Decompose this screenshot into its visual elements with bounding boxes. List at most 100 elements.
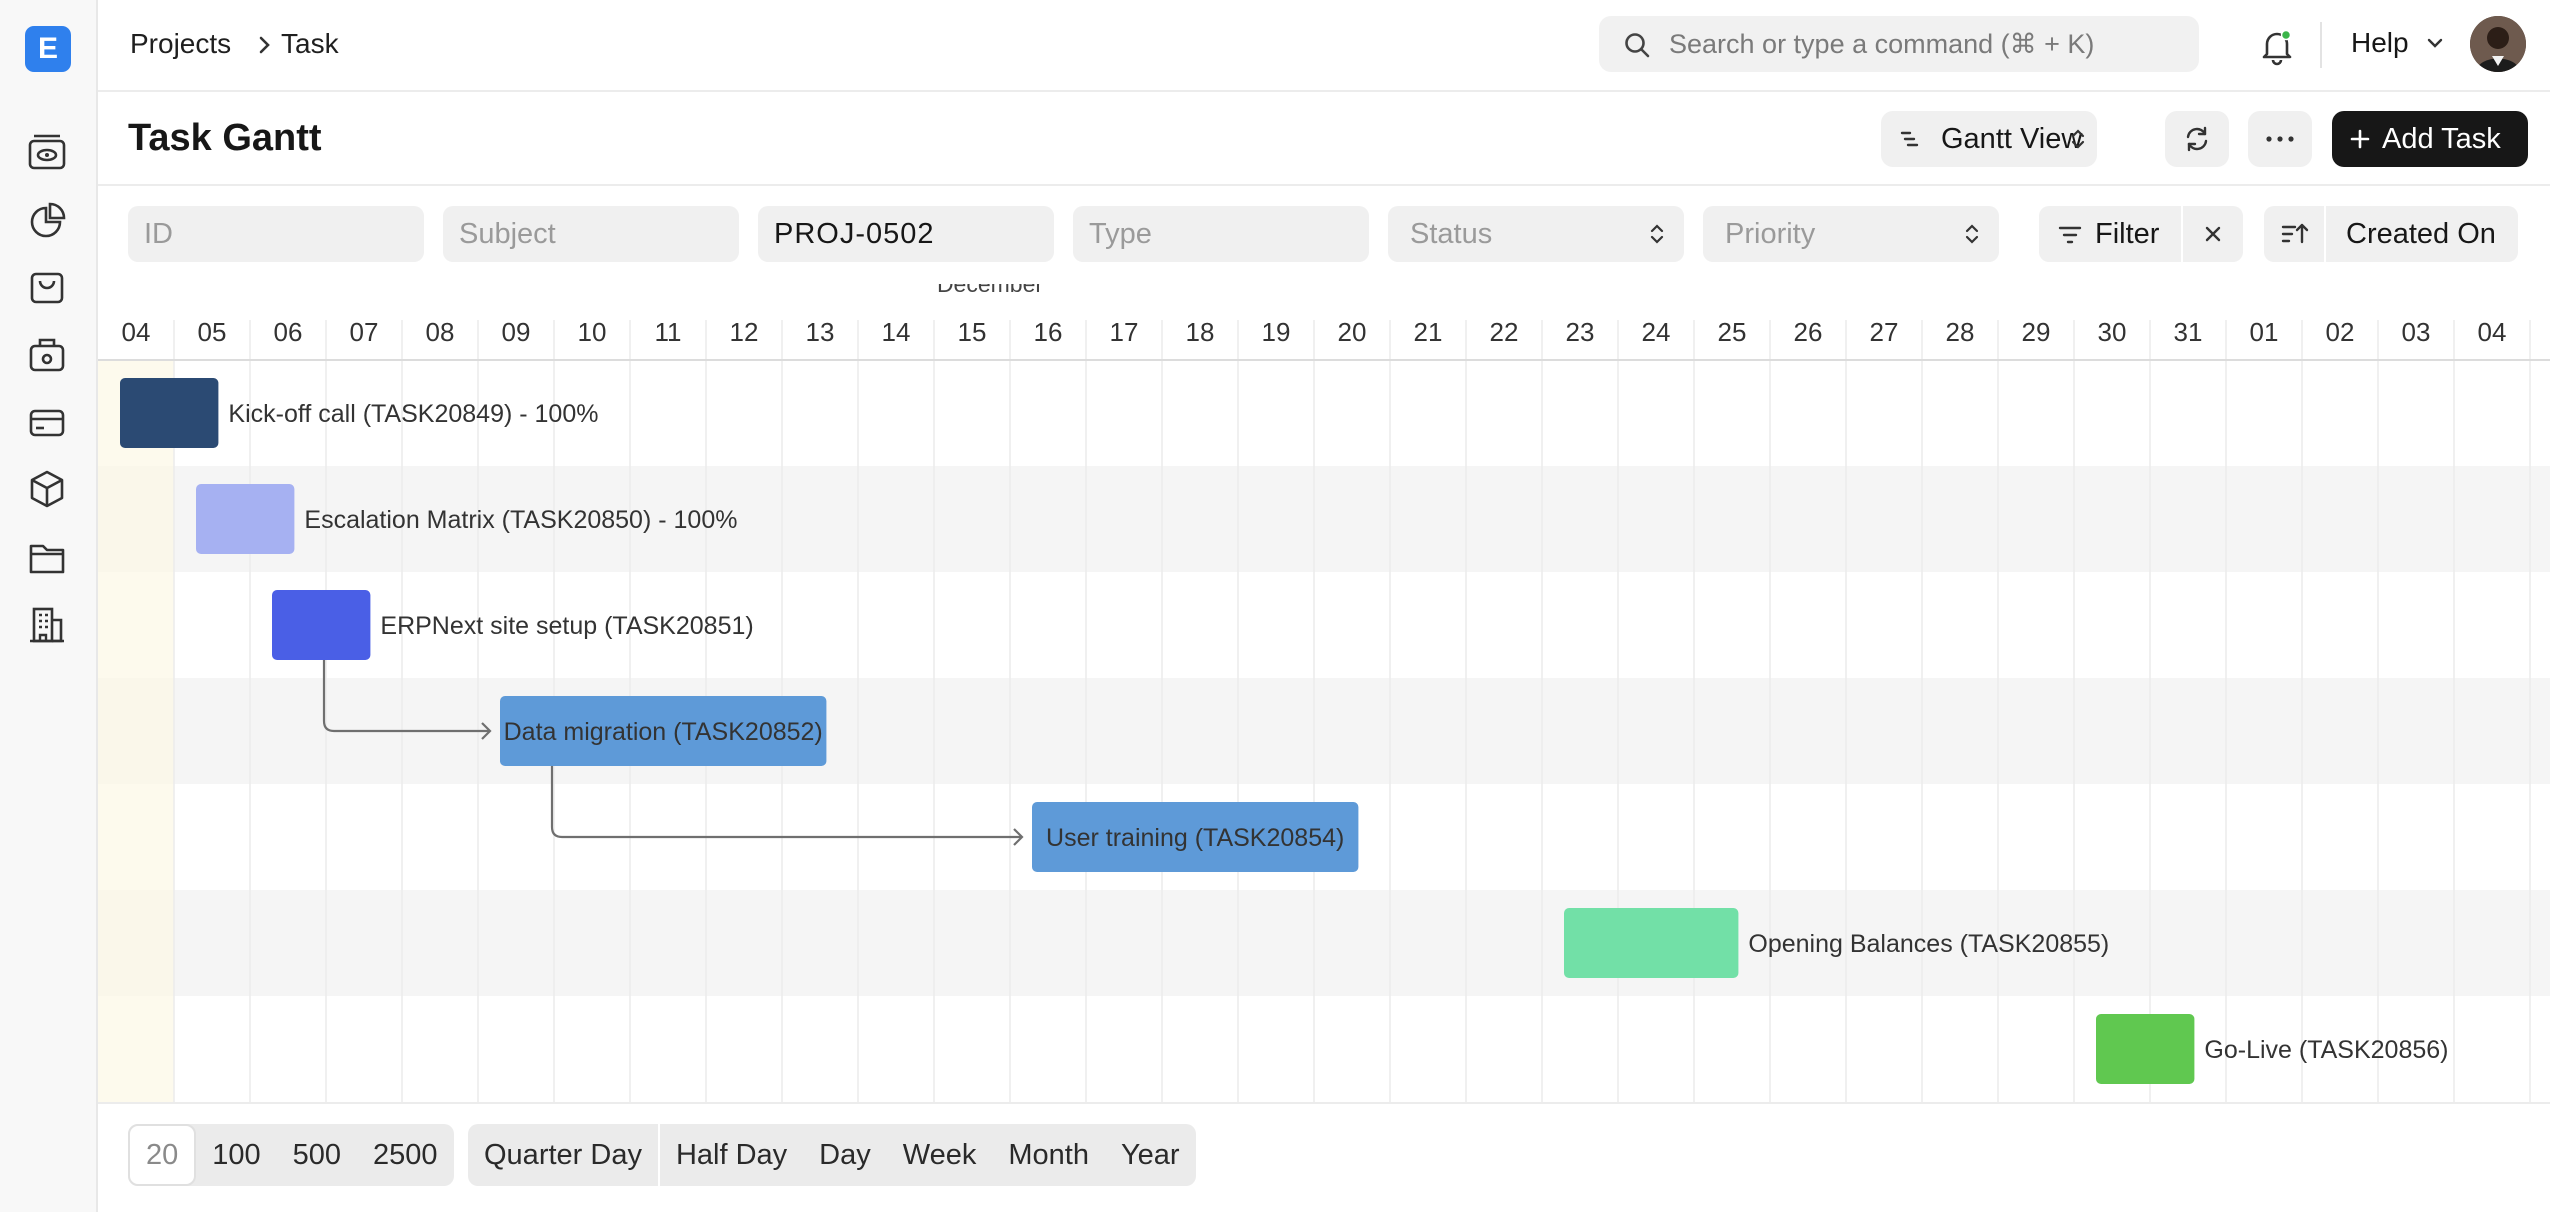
page-size-option[interactable]: 2500 [357,1124,454,1186]
sort-field-button[interactable]: Created On [2326,206,2518,262]
plus-icon [2350,129,2370,149]
gantt-bar-label: Go-Live (TASK20856) [2204,1036,2448,1064]
date-label: 31 [2174,317,2203,347]
pie-chart-icon[interactable] [26,200,68,242]
id-filter[interactable]: ID [128,206,424,262]
gantt-chart: December 04 05 06 07 08 09 10 11 12 13 14 15 16 17 18 19… [98,284,2550,1102]
date-label: 15 [958,317,987,347]
project-filter[interactable]: PROJ-0502 [758,206,1054,262]
gantt-bar-label: Opening Balances (TASK20855) [1748,930,2109,958]
more-horizontal-icon [2266,136,2294,142]
view-mode-option[interactable]: Day [803,1124,887,1186]
gantt-bar-label: User training (TASK20854) [1046,824,1344,852]
reload-button[interactable] [2165,111,2229,167]
updown-chevron-icon [1965,224,1979,244]
store-icon[interactable] [26,334,68,376]
status-filter[interactable]: Status [1388,206,1684,262]
gantt-bar-label: ERPNext site setup (TASK20851) [380,612,753,640]
date-label: 20 [1338,317,1367,347]
view-mode-option[interactable]: Year [1105,1124,1196,1186]
updown-chevron-icon [2071,129,2085,149]
gantt-row [98,890,2550,996]
app-logo[interactable]: E [25,26,71,72]
chevron-right-icon [259,36,270,54]
view-icon[interactable] [26,132,68,174]
package-icon[interactable] [26,468,68,510]
date-label: 04 [2478,317,2507,347]
date-label: 28 [1946,317,1975,347]
date-label: 26 [1794,317,1823,347]
date-label: 29 [2022,317,2051,347]
gantt-icon [1900,131,1919,147]
gantt-bar-label: Escalation Matrix (TASK20850) - 100% [304,506,737,534]
date-label: 27 [1870,317,1899,347]
view-switcher-button[interactable]: Gantt View [1881,111,2097,167]
view-mode-option[interactable]: Quarter Day [468,1124,658,1186]
date-label: 19 [1262,317,1291,347]
search-bar[interactable] [1599,16,2199,72]
view-mode-option[interactable]: Half Day [657,1124,803,1186]
folder-icon[interactable] [26,536,68,578]
shopping-bag-icon[interactable] [26,266,68,308]
today-highlight [98,360,174,1102]
date-label: 05 [198,317,227,347]
page-size-option[interactable]: 100 [196,1124,276,1186]
filter-button[interactable]: Filter [2039,206,2181,262]
date-label: 08 [426,317,455,347]
page-size-option[interactable]: 500 [277,1124,357,1186]
page-title: Task Gantt [128,117,322,159]
close-icon [2205,226,2221,242]
gantt-bar-label: Kick-off call (TASK20849) - 100% [228,400,598,428]
building-icon[interactable] [26,604,68,646]
date-label: 14 [882,317,911,347]
month-label: December [937,284,1043,297]
date-label: 02 [2326,317,2355,347]
subject-filter[interactable]: Subject [443,206,739,262]
topbar: Projects Task Help [98,0,2550,92]
notification-bell-icon[interactable] [2255,24,2299,68]
user-avatar[interactable] [2470,16,2526,72]
sort-direction-button[interactable] [2264,206,2324,262]
clear-filter-button[interactable] [2183,206,2243,262]
breadcrumb-projects[interactable]: Projects [130,28,231,60]
date-label: 25 [1718,317,1747,347]
breadcrumb-task[interactable]: Task [281,28,339,60]
search-input[interactable] [1669,24,2169,64]
add-task-button[interactable]: Add Task [2332,111,2528,167]
type-filter[interactable]: Type [1073,206,1369,262]
page-size-option[interactable]: 20 [128,1124,197,1186]
add-task-label: Add Task [2382,123,2501,155]
date-label: 30 [2098,317,2127,347]
date-label: 03 [2402,317,2431,347]
footer: 20 100 500 2500 Quarter Day Half Day Day… [98,1102,2550,1212]
date-label: 11 [655,317,682,347]
topbar-divider [2320,22,2322,68]
card-icon[interactable] [26,402,68,444]
sort-ascending-icon [2281,223,2309,244]
more-options-button[interactable] [2248,111,2312,167]
help-menu[interactable]: Help [2351,27,2443,59]
date-label: 04 [122,317,151,347]
date-label: 10 [578,317,607,347]
date-label: 06 [274,317,303,347]
date-label: 07 [350,317,379,347]
search-icon [1625,33,1650,58]
gantt-bar[interactable] [2096,1014,2195,1084]
view-mode-group: Quarter Day Half Day Day Week Month Year [468,1124,1196,1186]
gantt-bar[interactable] [272,590,371,660]
date-label: 23 [1566,317,1595,347]
date-label: 24 [1642,317,1671,347]
priority-filter[interactable]: Priority [1703,206,1999,262]
gantt-bar[interactable] [1564,908,1739,978]
gantt-bar[interactable] [196,484,295,554]
view-mode-option[interactable]: Week [887,1124,993,1186]
view-mode-option[interactable]: Month [992,1124,1105,1186]
avatar-image [2470,16,2526,72]
date-label: 09 [502,317,531,347]
gantt-svg: December 04 05 06 07 08 09 10 11 12 13 14 15 16 17 18 19… [98,284,2550,1102]
date-label: 13 [806,317,835,347]
chevron-down-icon [2427,38,2443,48]
date-label: 22 [1490,317,1519,347]
gantt-bar[interactable] [120,378,219,448]
gantt-bar-label: Data migration (TASK20852) [504,718,823,746]
